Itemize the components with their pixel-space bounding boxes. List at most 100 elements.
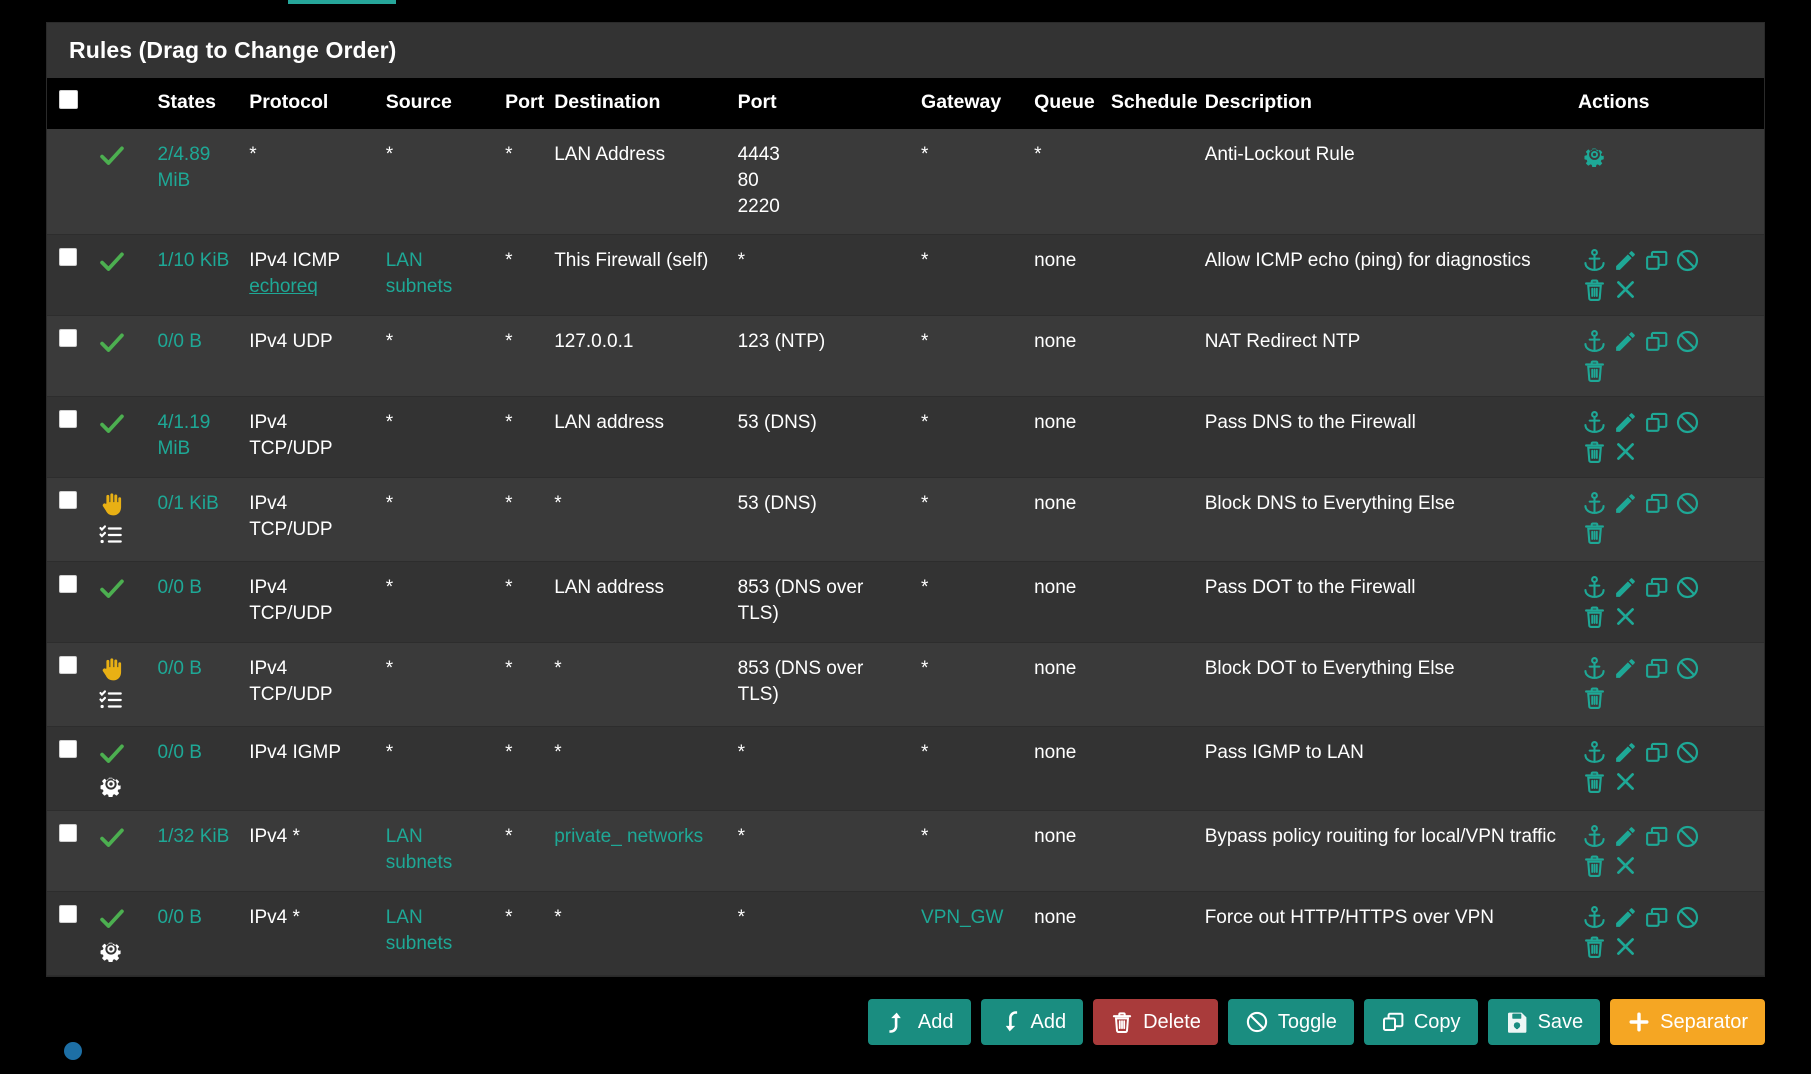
rule-status-cell[interactable] — [91, 726, 152, 811]
row-checkbox[interactable] — [59, 490, 77, 509]
rule-status-cell[interactable] — [91, 642, 152, 727]
check-pass-icon[interactable] — [98, 142, 126, 170]
pencil-icon[interactable] — [1613, 329, 1638, 354]
rule-states[interactable]: 1/32 KiB — [151, 810, 244, 892]
row-checkbox[interactable] — [59, 823, 77, 842]
trash-icon[interactable] — [1582, 520, 1607, 545]
ban-icon[interactable] — [1675, 824, 1700, 849]
block-hand-icon[interactable] — [98, 656, 126, 684]
row-select-cell[interactable] — [47, 396, 92, 478]
x-icon[interactable] — [1613, 853, 1638, 878]
x-icon[interactable] — [1613, 769, 1638, 794]
check-pass-icon[interactable] — [98, 575, 126, 603]
table-row[interactable]: 1/10 KiB IPv4 ICMP echoreq LAN subnets * This… — [47, 234, 1764, 316]
trash-icon[interactable] — [1582, 934, 1607, 959]
ban-icon[interactable] — [1675, 575, 1700, 600]
rule-states[interactable]: 0/0 B — [151, 726, 244, 811]
ban-icon[interactable] — [1675, 491, 1700, 516]
copy-icon[interactable] — [1644, 410, 1669, 435]
row-select-cell[interactable] — [47, 477, 92, 562]
rule-status-cell[interactable] — [91, 315, 152, 397]
anchor-icon[interactable] — [1582, 248, 1607, 273]
log-list-icon[interactable] — [98, 687, 124, 713]
row-select-cell[interactable] — [47, 810, 92, 892]
ban-icon[interactable] — [1675, 410, 1700, 435]
row-checkbox[interactable] — [59, 904, 77, 923]
check-pass-icon[interactable] — [98, 410, 126, 438]
table-row[interactable]: 0/0 B IPv4 * LAN subnets * * * VPN_GW none Force… — [47, 891, 1764, 976]
ban-icon[interactable] — [1675, 656, 1700, 681]
rule-gateway[interactable]: VPN_GW — [915, 891, 1029, 976]
table-row[interactable]: 2/4.89 MiB * * * LAN Address 4443 80 2220 * * Anti… — [47, 129, 1764, 235]
rule-states[interactable]: 0/0 B — [151, 891, 244, 976]
anchor-icon[interactable] — [1582, 656, 1607, 681]
table-row[interactable]: 0/0 B IPv4 UDP * * 127.0.0.1 123 (NTP) * none NA… — [47, 315, 1764, 397]
x-icon[interactable] — [1613, 439, 1638, 464]
pencil-icon[interactable] — [1613, 248, 1638, 273]
trash-icon[interactable] — [1582, 439, 1607, 464]
row-select-cell[interactable] — [47, 642, 92, 727]
check-pass-icon[interactable] — [98, 248, 126, 276]
row-checkbox[interactable] — [59, 655, 77, 674]
copy-icon[interactable] — [1644, 824, 1669, 849]
rule-states[interactable]: 1/10 KiB — [151, 234, 244, 316]
rule-states[interactable]: 0/1 KiB — [151, 477, 244, 562]
add-button-down[interactable]: Add — [980, 998, 1084, 1045]
pencil-icon[interactable] — [1613, 656, 1638, 681]
row-select-cell[interactable] — [47, 561, 92, 643]
row-checkbox[interactable] — [59, 247, 77, 266]
ban-icon[interactable] — [1675, 329, 1700, 354]
rule-source[interactable]: LAN subnets — [379, 810, 500, 892]
row-checkbox[interactable] — [59, 739, 77, 758]
copy-icon[interactable] — [1644, 740, 1669, 765]
trash-icon[interactable] — [1582, 277, 1607, 302]
pencil-icon[interactable] — [1613, 824, 1638, 849]
rule-status-cell[interactable] — [91, 396, 152, 478]
ban-icon[interactable] — [1675, 905, 1700, 930]
copy-icon[interactable] — [1644, 248, 1669, 273]
anchor-icon[interactable] — [1582, 491, 1607, 516]
row-checkbox[interactable] — [59, 328, 77, 347]
gear-white-icon[interactable] — [98, 771, 124, 797]
copy-icon[interactable] — [1644, 575, 1669, 600]
anchor-icon[interactable] — [1582, 329, 1607, 354]
rule-status-cell[interactable] — [91, 234, 152, 316]
delete-button[interactable]: Delete — [1093, 998, 1218, 1045]
anchor-icon[interactable] — [1582, 824, 1607, 849]
table-row[interactable]: 0/1 KiB IPv4 TCP/UDP * * * 53 (DNS) * none Block… — [47, 477, 1764, 562]
rule-status-cell[interactable] — [91, 477, 152, 562]
separator-button[interactable]: Separator — [1610, 998, 1765, 1045]
rule-states[interactable]: 0/0 B — [151, 315, 244, 397]
ban-icon[interactable] — [1675, 248, 1700, 273]
check-pass-icon[interactable] — [98, 824, 126, 852]
trash-icon[interactable] — [1582, 358, 1607, 383]
rule-status-cell[interactable] — [91, 891, 152, 976]
add-button-up[interactable]: Add — [867, 998, 971, 1045]
select-all-checkbox[interactable] — [59, 90, 78, 109]
row-select-cell[interactable] — [47, 315, 92, 397]
x-icon[interactable] — [1613, 604, 1638, 629]
rule-destination[interactable]: private_ networks — [548, 810, 732, 892]
copy-icon[interactable] — [1644, 491, 1669, 516]
check-pass-icon[interactable] — [98, 905, 126, 933]
row-select-cell[interactable] — [47, 891, 92, 976]
copy-icon[interactable] — [1644, 656, 1669, 681]
block-hand-icon[interactable] — [98, 491, 126, 519]
table-row[interactable]: 0/0 B IPv4 TCP/UDP * * LAN address 853 (DNS o… — [47, 561, 1764, 643]
table-row[interactable]: 1/32 KiB IPv4 * LAN subnets * private_ netwo… — [47, 810, 1764, 892]
rule-source[interactable]: LAN subnets — [379, 234, 500, 316]
row-checkbox[interactable] — [59, 574, 77, 593]
row-select-cell[interactable] — [47, 234, 92, 316]
table-row[interactable]: 0/0 B IPv4 TCP/UDP * * * 853 (DNS over TLS) * n… — [47, 642, 1764, 727]
pencil-icon[interactable] — [1613, 905, 1638, 930]
rule-status-cell[interactable] — [91, 810, 152, 892]
rule-states[interactable]: 2/4.89 MiB — [151, 129, 244, 235]
copy-button[interactable]: Copy — [1363, 998, 1478, 1045]
toggle-button[interactable]: Toggle — [1227, 998, 1354, 1045]
trash-icon[interactable] — [1582, 685, 1607, 710]
rule-states[interactable]: 0/0 B — [151, 561, 244, 643]
pencil-icon[interactable] — [1613, 575, 1638, 600]
anchor-icon[interactable] — [1582, 575, 1607, 600]
copy-icon[interactable] — [1644, 905, 1669, 930]
table-row[interactable]: 0/0 B IPv4 IGMP * * * * * none Pass IGMP to LAN — [47, 726, 1764, 811]
